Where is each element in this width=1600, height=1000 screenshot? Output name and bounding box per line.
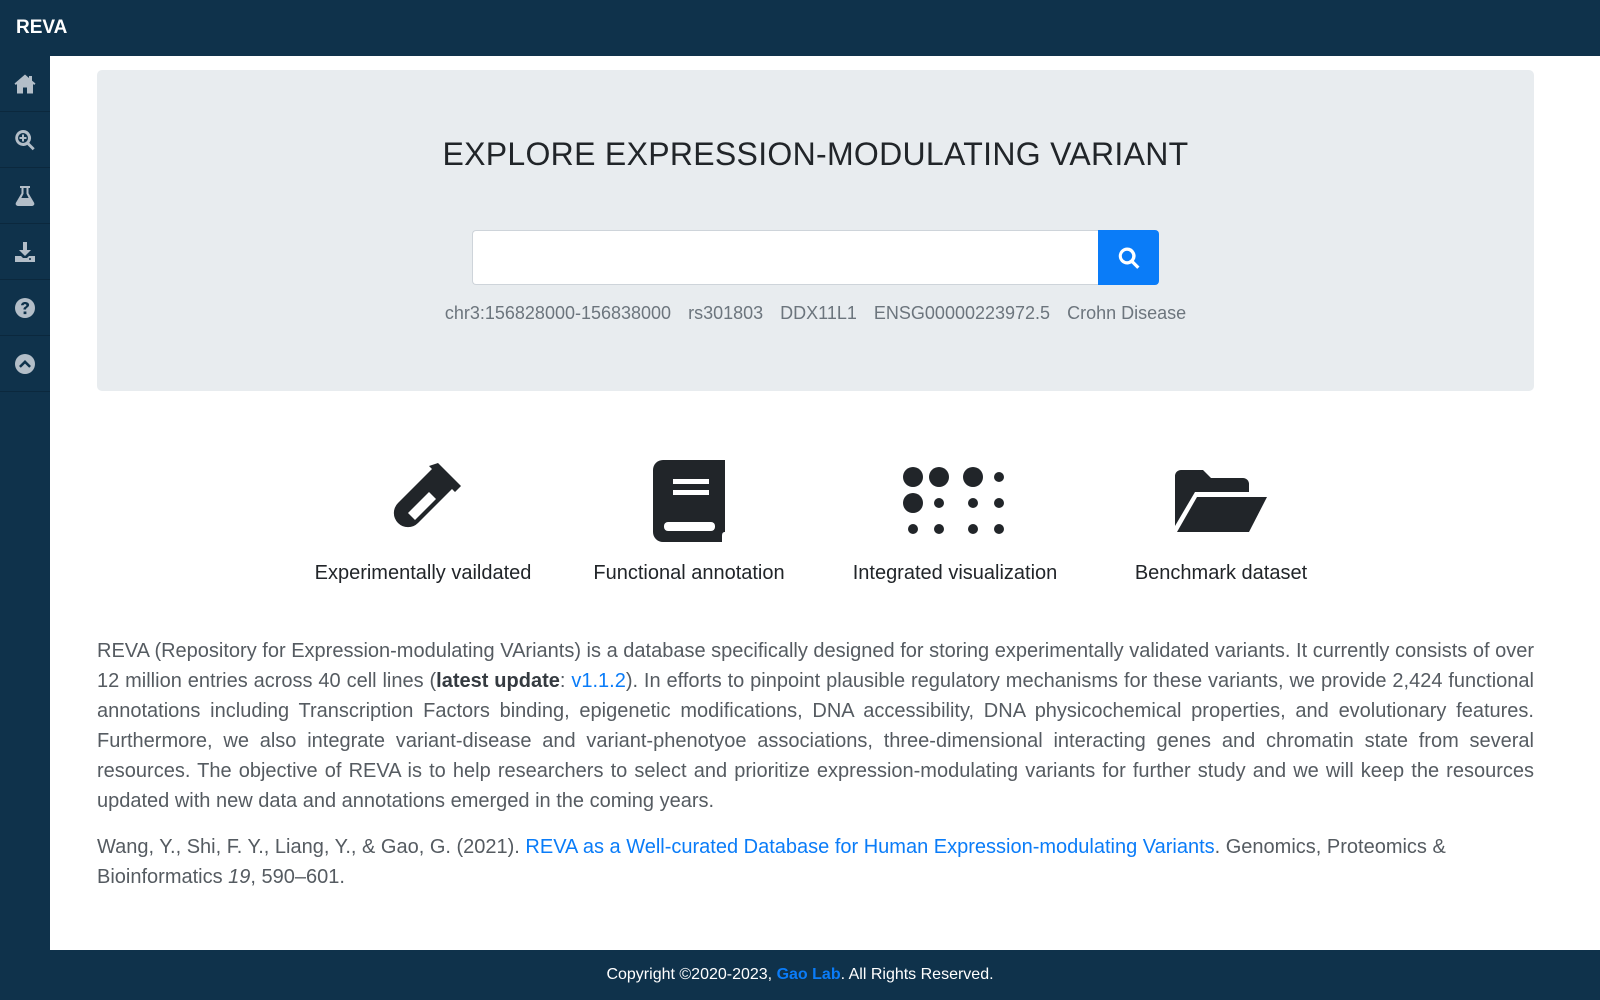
top-navbar: REVA [0,0,1600,56]
feature-list: Experimentally vaildated Functional anno… [290,460,1350,600]
paper-link[interactable]: REVA as a Well-curated Database for Huma… [525,836,1214,858]
download-icon [15,241,35,262]
search-button[interactable] [1098,230,1159,285]
citation-pages: , 590–601. [250,866,345,888]
example-ensembl-id[interactable]: ENSG00000223972.5 [874,303,1050,323]
feature-benchmark: Benchmark dataset [1088,460,1354,585]
search-input[interactable] [472,230,1098,285]
sidebar-item-search[interactable] [0,112,50,168]
example-rsid[interactable]: rs301803 [688,303,763,323]
description-colon: : [559,670,572,692]
chevron-up-circle-icon [15,353,35,374]
feature-annotation: Functional annotation [556,460,822,585]
citation: Wang, Y., Shi, F. Y., Liang, Y., & Gao, … [97,832,1534,892]
feature-label: Functional annotation [593,562,785,584]
sidebar-item-download[interactable] [0,224,50,280]
feature-label: Experimentally vaildated [314,562,532,584]
search-jumbotron: EXPLORE EXPRESSION-MODULATING VARIANT ch… [97,70,1534,391]
feature-label: Integrated visualization [852,562,1058,584]
brand-logo-text[interactable]: REVA [16,17,67,39]
search-plus-icon [15,129,35,150]
flask-icon [15,185,35,206]
sidebar [0,56,50,950]
sidebar-item-top[interactable] [0,336,50,392]
braille-icon [903,467,1004,534]
sidebar-item-help[interactable] [0,280,50,336]
footer: Copyright ©2020-2023, Gao Lab. All Right… [0,950,1600,1000]
question-circle-icon [15,297,35,318]
example-gene[interactable]: DDX11L1 [780,303,857,323]
citation-volume: 19 [228,866,251,888]
home-icon [14,74,36,93]
sidebar-item-experiment[interactable] [0,168,50,224]
citation-authors: Wang, Y., Shi, F. Y., Liang, Y., & Gao, … [97,836,526,858]
version-link[interactable]: v1.1.2 [571,670,625,692]
folder-open-icon [1175,470,1267,532]
feature-validated: Experimentally vaildated [290,460,556,585]
example-region[interactable]: chr3:156828000-156838000 [445,303,671,323]
book-icon [653,460,725,542]
test-tube-icon [393,463,461,528]
feature-label: Benchmark dataset [1134,562,1308,584]
database-description: REVA (Repository for Expression-modulati… [97,636,1534,816]
page-title: EXPLORE EXPRESSION-MODULATING VARIANT [442,136,1189,172]
feature-visualization: Integrated visualization [822,460,1088,585]
latest-update-label: latest update [436,670,560,692]
example-disease[interactable]: Crohn Disease [1067,303,1186,323]
rights-text: . All Rights Reserved. [840,966,994,983]
sidebar-item-home[interactable] [0,56,50,112]
search-examples: chr3:156828000-156838000 rs301803 DDX11L… [97,303,1534,324]
search-icon [1118,246,1139,269]
copyright-text: Copyright ©2020-2023, [606,966,777,983]
lab-link[interactable]: Gao Lab [777,966,841,983]
